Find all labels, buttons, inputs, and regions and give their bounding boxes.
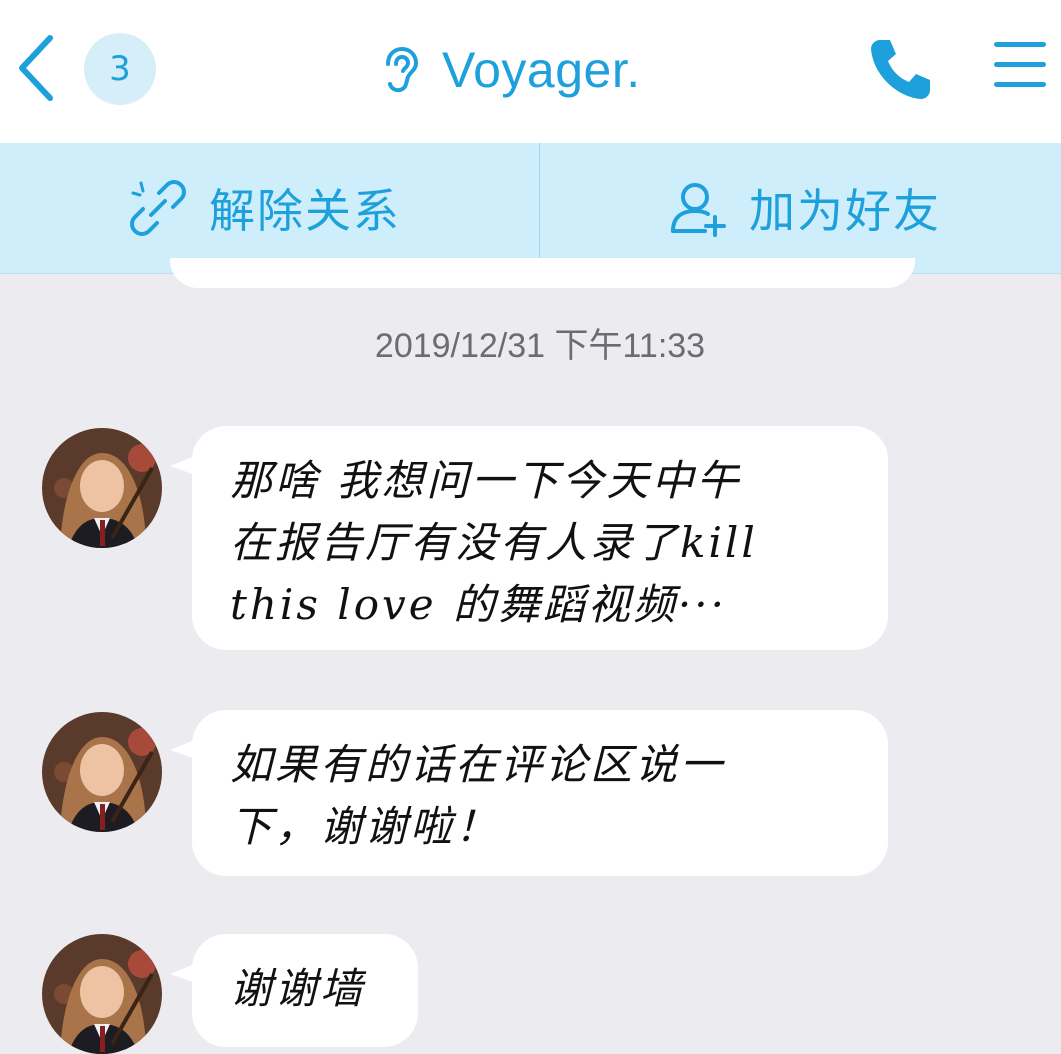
hamburger-menu-icon (994, 42, 1046, 87)
chat-title: Voyager. (442, 42, 641, 98)
message-bubble[interactable]: 谢谢墙 (170, 934, 418, 1047)
add-friend-label: 加为好友 (749, 184, 941, 238)
ear-icon (386, 46, 419, 93)
message-text: 谢谢墙 (230, 964, 366, 1013)
avatar-photo (42, 428, 162, 548)
title-bar: 3 Voyager. (0, 0, 1061, 144)
bubble-tail (170, 452, 204, 478)
message-text: 那啥 我想问一下今天中午 在报告厅有没有人录了kill this love 的舞… (230, 456, 758, 629)
add-friend-icon (671, 183, 726, 237)
sender-avatar[interactable] (42, 934, 162, 1054)
avatar-photo (42, 934, 162, 1054)
chat-title-area[interactable]: Voyager. (380, 38, 641, 102)
remove-relationship-label: 解除关系 (209, 184, 401, 238)
add-friend-button[interactable]: 加为好友 (540, 143, 1061, 273)
bubble-tail (170, 960, 204, 986)
message-timestamp: 2019/12/31 下午11:33 (374, 327, 706, 365)
chevron-left-icon (19, 35, 53, 101)
remove-relationship-button[interactable]: 解除关系 (0, 143, 530, 273)
message-bubble[interactable]: 如果有的话在评论区说一 下，谢谢啦！ (170, 710, 888, 876)
unread-count-badge[interactable]: 3 (84, 33, 156, 105)
previous-message-bubble[interactable] (170, 258, 915, 288)
relationship-action-bar: 解除关系 加为好友 (0, 143, 1061, 274)
call-button[interactable] (866, 34, 936, 104)
avatar-photo (42, 712, 162, 832)
menu-button[interactable] (990, 36, 1050, 96)
bubble-tail (170, 736, 204, 762)
sender-avatar[interactable] (42, 712, 162, 832)
phone-icon (871, 40, 930, 99)
back-button[interactable] (14, 30, 62, 106)
message-bubble[interactable]: 那啥 我想问一下今天中午 在报告厅有没有人录了kill this love 的舞… (170, 426, 888, 650)
broken-link-icon (130, 180, 186, 236)
message-text: 如果有的话在评论区说一 下，谢谢啦！ (230, 740, 726, 851)
sender-avatar[interactable] (42, 428, 162, 548)
